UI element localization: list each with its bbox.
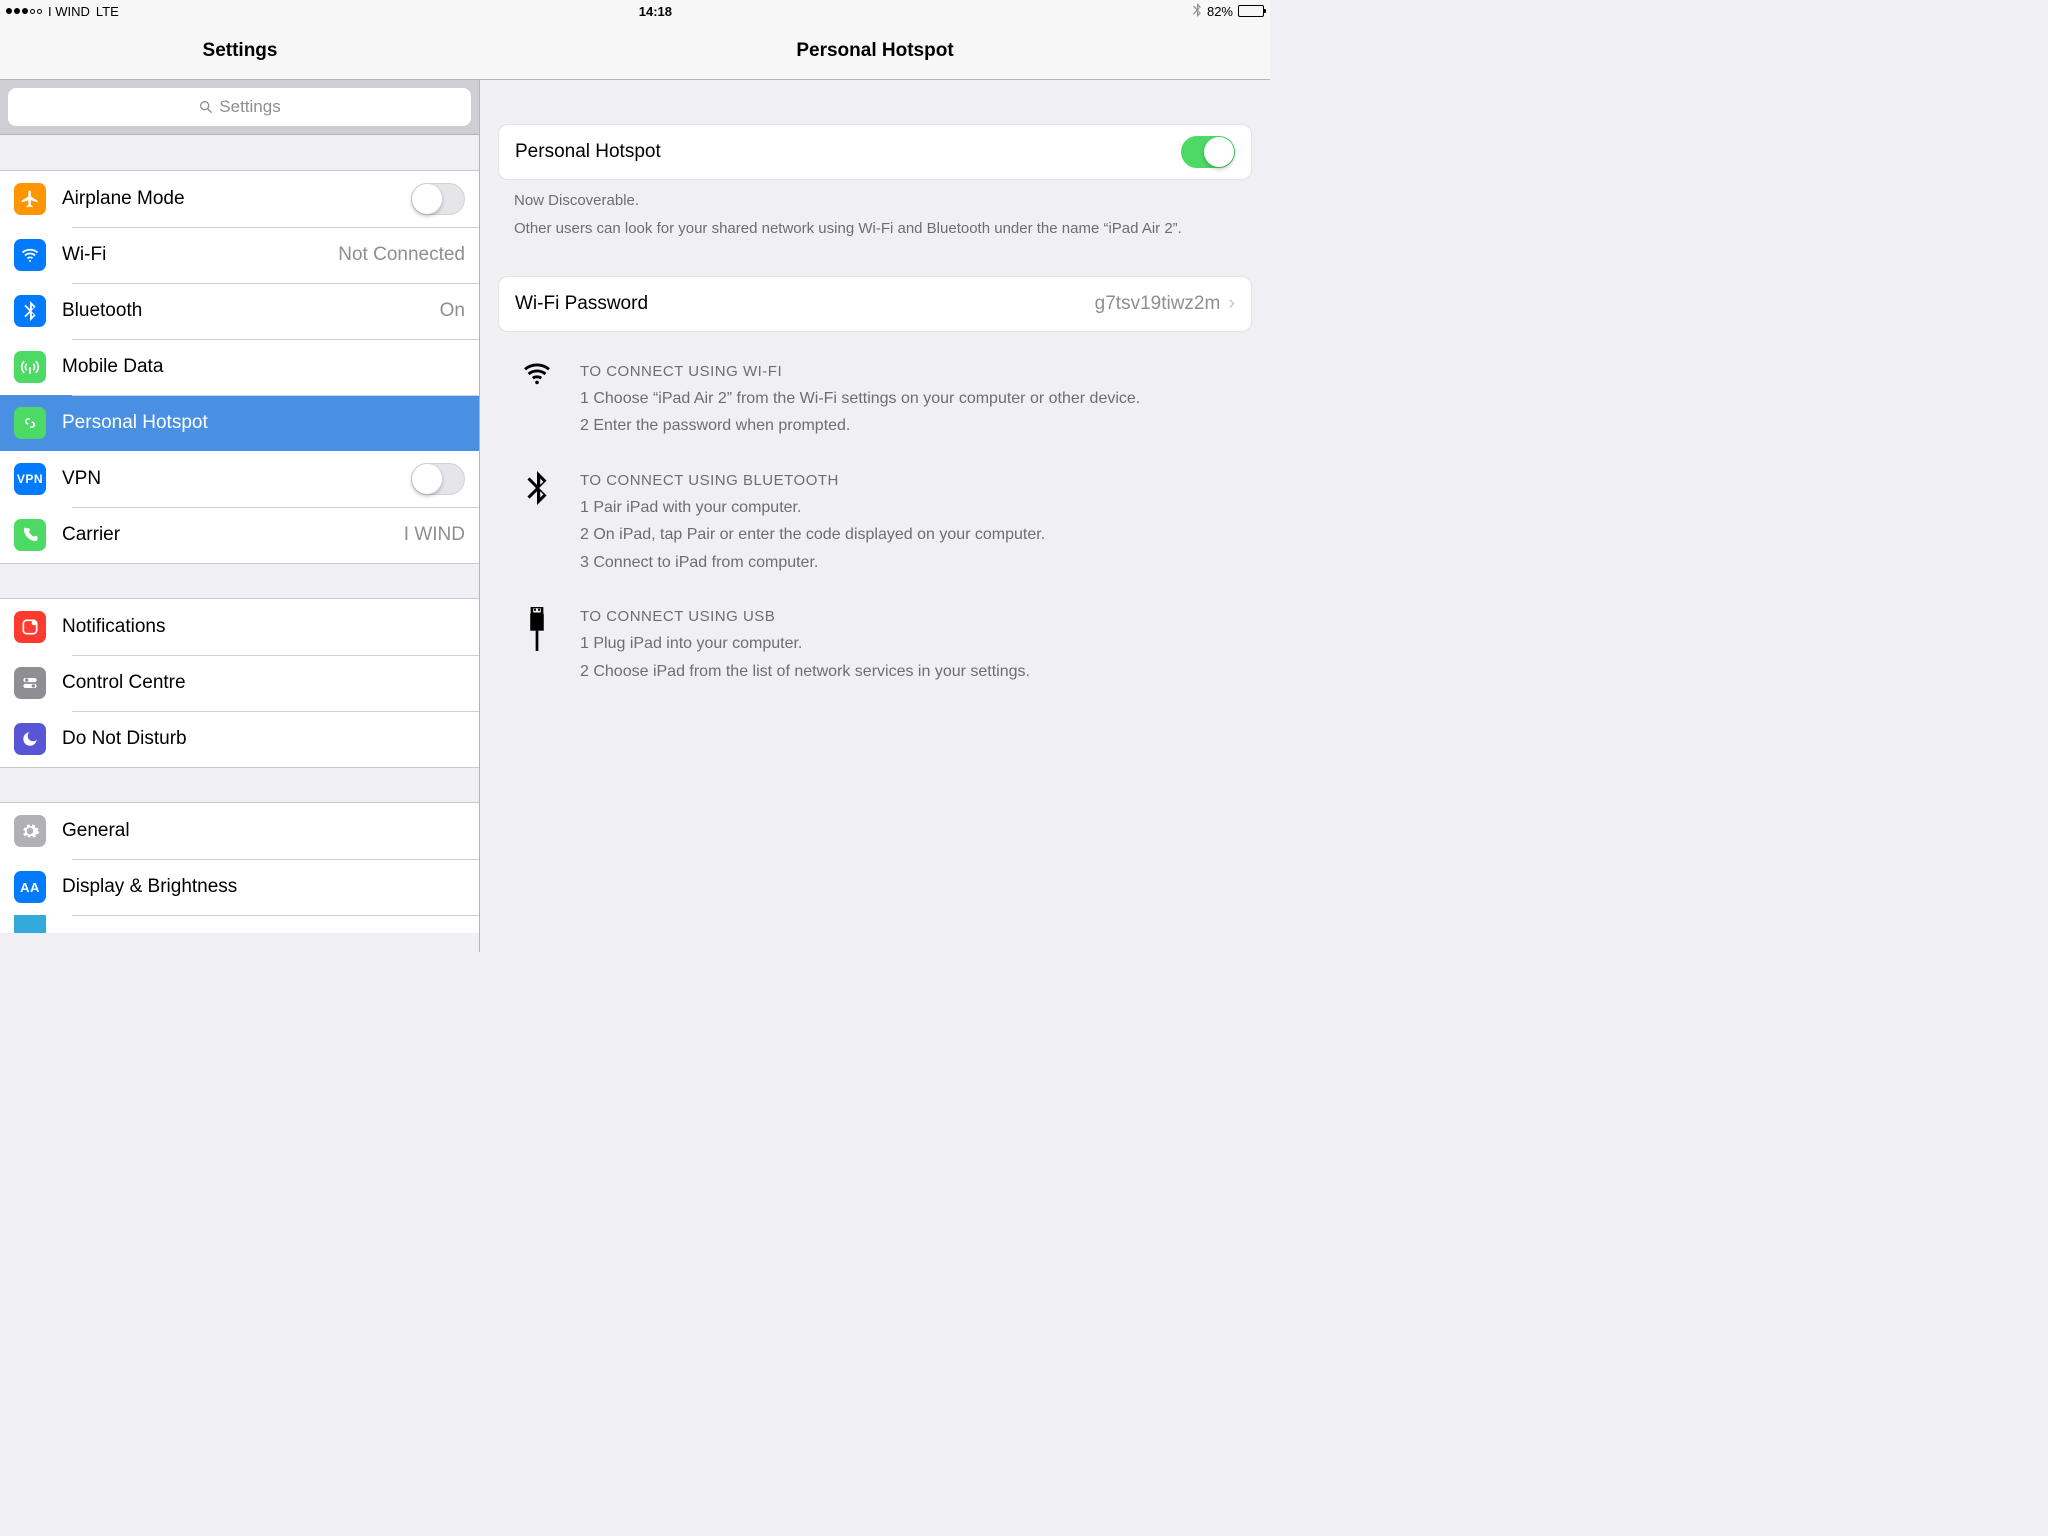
sidebar-item-label: Do Not Disturb xyxy=(62,728,465,750)
status-bar: I WIND LTE 14:18 82% xyxy=(0,0,1270,22)
carrier-label: I WIND xyxy=(48,4,90,19)
battery-percent-label: 82% xyxy=(1207,4,1233,19)
sidebar-item-label: Control Centre xyxy=(62,672,465,694)
sidebar-item-wifi[interactable]: Wi-Fi Not Connected xyxy=(0,227,479,283)
search-input[interactable]: Settings xyxy=(8,88,471,126)
notifications-icon xyxy=(14,611,46,643)
bluetooth-icon xyxy=(14,295,46,327)
sidebar-item-label: Carrier xyxy=(62,524,404,546)
sidebar-item-label: Airplane Mode xyxy=(62,188,411,210)
instruction-title: TO CONNECT USING WI-FI xyxy=(580,360,1234,384)
detail-pane: Personal Hotspot Now Discoverable. Other… xyxy=(480,80,1270,952)
instruction-line: 2 On iPad, tap Pair or enter the code di… xyxy=(580,522,1234,548)
partial-icon xyxy=(14,915,46,933)
sidebar-item-bluetooth[interactable]: Bluetooth On xyxy=(0,283,479,339)
sidebar-item-label: VPN xyxy=(62,468,411,490)
instructions-bluetooth: TO CONNECT USING BLUETOOTH 1 Pair iPad w… xyxy=(498,469,1252,578)
search-icon xyxy=(198,99,214,115)
gear-icon xyxy=(14,815,46,847)
instruction-line: 3 Connect to iPad from computer. xyxy=(580,550,1234,576)
sidebar-title: Settings xyxy=(0,22,480,79)
sidebar-item-do-not-disturb[interactable]: Do Not Disturb xyxy=(0,711,479,767)
instruction-title: TO CONNECT USING USB xyxy=(580,605,1234,629)
sidebar-item-value: I WIND xyxy=(404,524,465,546)
wifi-password-value: g7tsv19tiwz2m xyxy=(1095,293,1221,315)
wifi-password-row[interactable]: Wi-Fi Password g7tsv19tiwz2m › xyxy=(499,277,1251,331)
search-placeholder: Settings xyxy=(219,97,280,117)
sidebar-item-label: Mobile Data xyxy=(62,356,465,378)
wifi-icon xyxy=(516,360,558,441)
settings-sidebar[interactable]: Settings Airplane Mode Wi-Fi Not Connect… xyxy=(0,80,480,952)
sidebar-item-display-brightness[interactable]: AA Display & Brightness xyxy=(0,859,479,915)
sidebar-item-label: Personal Hotspot xyxy=(62,412,465,434)
signal-strength-icon xyxy=(6,8,42,14)
instructions-wifi: TO CONNECT USING WI-FI 1 Choose “iPad Ai… xyxy=(498,360,1252,441)
row-label: Wi-Fi Password xyxy=(515,293,1095,315)
sidebar-item-airplane-mode[interactable]: Airplane Mode xyxy=(0,171,479,227)
instruction-line: 1 Choose “iPad Air 2” from the Wi-Fi set… xyxy=(580,386,1234,412)
sidebar-item-vpn[interactable]: VPN VPN xyxy=(0,451,479,507)
sidebar-item-label: General xyxy=(62,820,465,842)
vpn-icon: VPN xyxy=(14,463,46,495)
instructions-usb: TO CONNECT USING USB 1 Plug iPad into yo… xyxy=(498,605,1252,686)
row-label: Personal Hotspot xyxy=(515,141,1181,163)
instruction-line: 2 Choose iPad from the list of network s… xyxy=(580,659,1234,685)
hotspot-icon xyxy=(14,407,46,439)
sidebar-item-notifications[interactable]: Notifications xyxy=(0,599,479,655)
sidebar-item-label: Notifications xyxy=(62,616,465,638)
phone-icon xyxy=(14,519,46,551)
clock-label: 14:18 xyxy=(639,4,672,19)
airplane-mode-toggle[interactable] xyxy=(411,183,465,215)
instruction-line: 1 Pair iPad with your computer. xyxy=(580,495,1234,521)
control-centre-icon xyxy=(14,667,46,699)
personal-hotspot-row[interactable]: Personal Hotspot xyxy=(499,125,1251,179)
sidebar-item-label: Display & Brightness xyxy=(62,876,465,898)
battery-icon xyxy=(1238,5,1264,17)
usb-icon xyxy=(516,605,558,686)
bluetooth-icon xyxy=(516,469,558,578)
airplane-icon xyxy=(14,183,46,215)
discoverable-title: Now Discoverable. xyxy=(514,190,1236,212)
sidebar-item-value: Not Connected xyxy=(338,244,465,266)
page-title: Personal Hotspot xyxy=(480,22,1270,79)
discoverable-body: Other users can look for your shared net… xyxy=(514,218,1236,240)
instruction-line: 2 Enter the password when prompted. xyxy=(580,413,1234,439)
moon-icon xyxy=(14,723,46,755)
bluetooth-icon xyxy=(1192,3,1202,20)
instruction-title: TO CONNECT USING BLUETOOTH xyxy=(580,469,1234,493)
sidebar-item-carrier[interactable]: Carrier I WIND xyxy=(0,507,479,563)
instruction-line: 1 Plug iPad into your computer. xyxy=(580,631,1234,657)
chevron-right-icon: › xyxy=(1228,292,1235,315)
sidebar-item-general[interactable]: General xyxy=(0,803,479,859)
personal-hotspot-toggle[interactable] xyxy=(1181,136,1235,168)
header-bar: Settings Personal Hotspot xyxy=(0,22,1270,80)
wifi-icon xyxy=(14,239,46,271)
network-type-label: LTE xyxy=(96,4,119,19)
sidebar-item-label: Wi-Fi xyxy=(62,244,338,266)
sidebar-item-partial[interactable] xyxy=(0,915,479,933)
sidebar-item-label: Bluetooth xyxy=(62,300,440,322)
sidebar-item-control-centre[interactable]: Control Centre xyxy=(0,655,479,711)
display-icon: AA xyxy=(14,871,46,903)
sidebar-item-personal-hotspot[interactable]: Personal Hotspot xyxy=(0,395,479,451)
sidebar-item-value: On xyxy=(440,300,465,322)
vpn-toggle[interactable] xyxy=(411,463,465,495)
sidebar-item-mobile-data[interactable]: Mobile Data xyxy=(0,339,479,395)
antenna-icon xyxy=(14,351,46,383)
